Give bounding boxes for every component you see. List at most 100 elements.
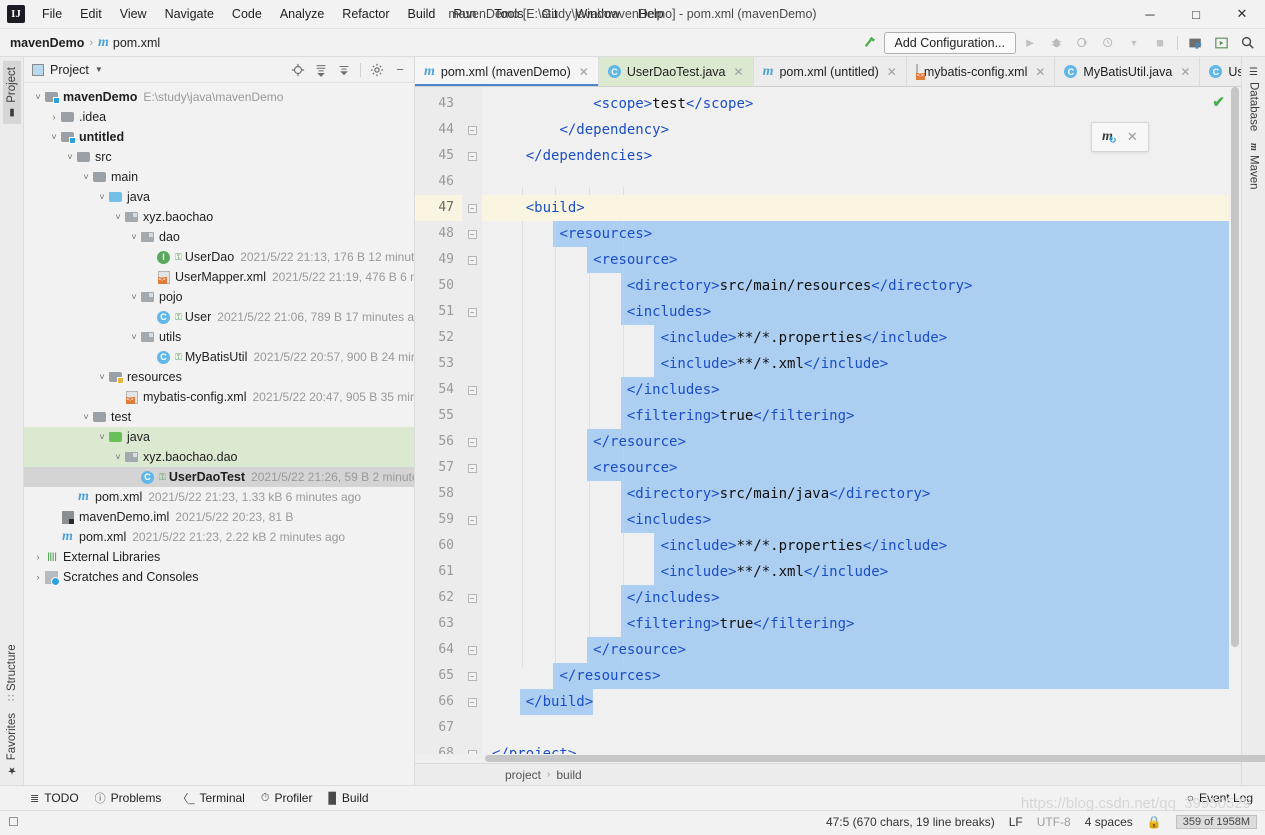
tree-item-usermapper-xml[interactable]: UserMapper.xml2021/5/22 21:19, 476 B 6 m…	[24, 267, 414, 287]
menu-refactor[interactable]: Refactor	[333, 4, 398, 24]
menu-help[interactable]: Help	[629, 4, 673, 24]
tree-item-mavendemo-iml[interactable]: mavenDemo.iml2021/5/22 20:23, 81 B	[24, 507, 414, 527]
code-line[interactable]: </resource>	[482, 637, 1229, 663]
tree-item-java[interactable]: ˅java	[24, 187, 414, 207]
code-line[interactable]: <includes>	[482, 507, 1229, 533]
tree-twisty[interactable]: ›	[32, 572, 44, 582]
tree-twisty[interactable]: ˅	[128, 292, 140, 302]
fold-marker[interactable]: −	[462, 689, 482, 715]
tree-item-pojo[interactable]: ˅pojo	[24, 287, 414, 307]
tree-item-main[interactable]: ˅main	[24, 167, 414, 187]
tree-item-external-libraries[interactable]: ›IIIIExternal Libraries	[24, 547, 414, 567]
tree-item-mavendemo[interactable]: ˅mavenDemoE:\study\java\mavenDemo	[24, 87, 414, 107]
code-line[interactable]: <include>**/*.xml</include>	[482, 351, 1229, 377]
tree-item-xyz-baochao[interactable]: ˅xyz.baochao	[24, 207, 414, 227]
tree-item-dao[interactable]: ˅dao	[24, 227, 414, 247]
code-line[interactable]: <resources>	[482, 221, 1229, 247]
menu-run[interactable]: Run	[444, 4, 485, 24]
project-structure-icon[interactable]	[1183, 32, 1207, 54]
tree-twisty[interactable]: ˅	[64, 152, 76, 162]
code-line[interactable]: <include>**/*.xml</include>	[482, 559, 1229, 585]
code-editor[interactable]: 4344454647484950515253545556575859606162…	[415, 87, 1241, 754]
code-line[interactable]: <build>	[482, 195, 1229, 221]
code-line[interactable]: <resource>	[482, 455, 1229, 481]
menu-navigate[interactable]: Navigate	[156, 4, 223, 24]
tree-twisty[interactable]: ˅	[80, 412, 92, 422]
editor-tabs[interactable]: mpom.xml (mavenDemo)✕CUserDaoTest.java✕m…	[415, 57, 1241, 87]
fold-marker[interactable]: −	[462, 637, 482, 663]
close-button[interactable]: ✕	[1219, 0, 1265, 29]
search-everywhere-icon[interactable]	[1235, 32, 1259, 54]
menu-analyze[interactable]: Analyze	[271, 4, 333, 24]
editor-tab-mybatis-config-xml[interactable]: mybatis-config.xml✕	[907, 57, 1056, 86]
tree-twisty[interactable]: ˅	[112, 452, 124, 462]
sidebar-tab-structure[interactable]: ∷ Structure	[3, 638, 21, 707]
tab-close-icon[interactable]: ✕	[734, 65, 744, 79]
code-line[interactable]: </project>	[482, 741, 1229, 754]
fold-marker[interactable]: −	[462, 143, 482, 169]
code-line[interactable]: </includes>	[482, 377, 1229, 403]
fold-marker[interactable]: −	[462, 221, 482, 247]
indent-setting[interactable]: 4 spaces	[1085, 815, 1133, 829]
write-lock-icon[interactable]: 🔒	[1147, 815, 1162, 829]
add-configuration-button[interactable]: Add Configuration...	[884, 32, 1017, 54]
tree-twisty[interactable]: ˅	[80, 172, 92, 182]
tree-item-xyz-baochao-dao[interactable]: ˅xyz.baochao.dao	[24, 447, 414, 467]
sidebar-tab-database[interactable]: ☰ Database	[1245, 61, 1263, 137]
tab-close-icon[interactable]: ✕	[1180, 65, 1190, 79]
build-hammer-icon[interactable]	[858, 32, 882, 54]
editor-tab-userdaotest-java[interactable]: CUserDaoTest.java✕	[599, 57, 754, 86]
breadcrumb-project[interactable]: mavenDemo	[10, 36, 84, 50]
event-log-button[interactable]: ○ Event Log	[1187, 791, 1265, 805]
tab-close-icon[interactable]: ✕	[1035, 65, 1045, 79]
hide-panel-icon[interactable]: −	[390, 60, 410, 80]
editor-tab-mybatisutil-java[interactable]: CMyBatisUtil.java✕	[1055, 57, 1200, 86]
editor-vertical-scrollbar[interactable]	[1229, 87, 1241, 754]
line-separator[interactable]: LF	[1009, 815, 1023, 829]
fold-marker[interactable]: −	[462, 663, 482, 689]
project-tree[interactable]: ˅mavenDemoE:\study\java\mavenDemo›.idea˅…	[24, 83, 414, 785]
code-line[interactable]: <include>**/*.properties</include>	[482, 325, 1229, 351]
toolwindow-problems[interactable]: ⓘ Problems	[95, 790, 162, 806]
sidebar-tab-favorites[interactable]: ★ Favorites	[3, 707, 21, 781]
file-encoding[interactable]: UTF-8	[1037, 815, 1071, 829]
tree-item-userdao[interactable]: I⚿UserDao2021/5/22 21:13, 176 B 12 minut…	[24, 247, 414, 267]
breadcrumb-xml-project[interactable]: project	[505, 768, 541, 782]
editor-horizontal-scrollbar[interactable]	[415, 754, 1241, 763]
code-line[interactable]: <scope>test</scope>	[482, 91, 1229, 117]
minimize-button[interactable]: ─	[1127, 0, 1173, 29]
toggle-toolwindows-icon[interactable]: ☐	[8, 815, 28, 829]
tree-item-mybatis-config-xml[interactable]: mybatis-config.xml2021/5/22 20:47, 905 B…	[24, 387, 414, 407]
fold-marker[interactable]: −	[462, 741, 482, 754]
menu-window[interactable]: Window	[566, 4, 628, 24]
tree-twisty[interactable]: ˅	[128, 332, 140, 342]
editor-tab-pom-xml-untitled-[interactable]: mpom.xml (untitled)✕	[754, 57, 907, 86]
breadcrumb-xml-build[interactable]: build	[556, 768, 581, 782]
menu-file[interactable]: File	[33, 4, 71, 24]
chevron-down-icon[interactable]: ▼	[95, 65, 103, 74]
code-line[interactable]: <directory>src/main/resources</directory…	[482, 273, 1229, 299]
menu-view[interactable]: View	[111, 4, 156, 24]
maximize-button[interactable]: □	[1173, 0, 1219, 29]
tree-twisty[interactable]: ˅	[96, 192, 108, 202]
tree-item-java[interactable]: ˅java	[24, 427, 414, 447]
run-icon[interactable]: ►	[1018, 32, 1042, 54]
tree-item-userdaotest[interactable]: C⚿UserDaoTest2021/5/22 21:26, 59 B 2 min…	[24, 467, 414, 487]
update-icon[interactable]	[1209, 32, 1233, 54]
toolwindow-profiler[interactable]: ⏱ Profiler	[261, 791, 313, 805]
stop-icon[interactable]: ■	[1148, 32, 1172, 54]
tree-item-resources[interactable]: ˅resources	[24, 367, 414, 387]
code-line[interactable]: <filtering>true</filtering>	[482, 403, 1229, 429]
code-line[interactable]: <directory>src/main/java</directory>	[482, 481, 1229, 507]
code-line[interactable]: </dependencies>	[482, 143, 1229, 169]
tree-twisty[interactable]: ˅	[32, 92, 44, 102]
chevron-down-icon[interactable]: ▼	[1122, 32, 1146, 54]
code-line[interactable]: </resource>	[482, 429, 1229, 455]
code-line[interactable]: <includes>	[482, 299, 1229, 325]
fold-marker[interactable]: −	[462, 377, 482, 403]
tree-twisty[interactable]: ›	[32, 552, 44, 562]
debug-icon[interactable]	[1044, 32, 1068, 54]
fold-marker[interactable]: −	[462, 117, 482, 143]
sidebar-tab-project[interactable]: ▮ Project	[3, 61, 21, 124]
tree-twisty[interactable]: ˅	[48, 132, 60, 142]
